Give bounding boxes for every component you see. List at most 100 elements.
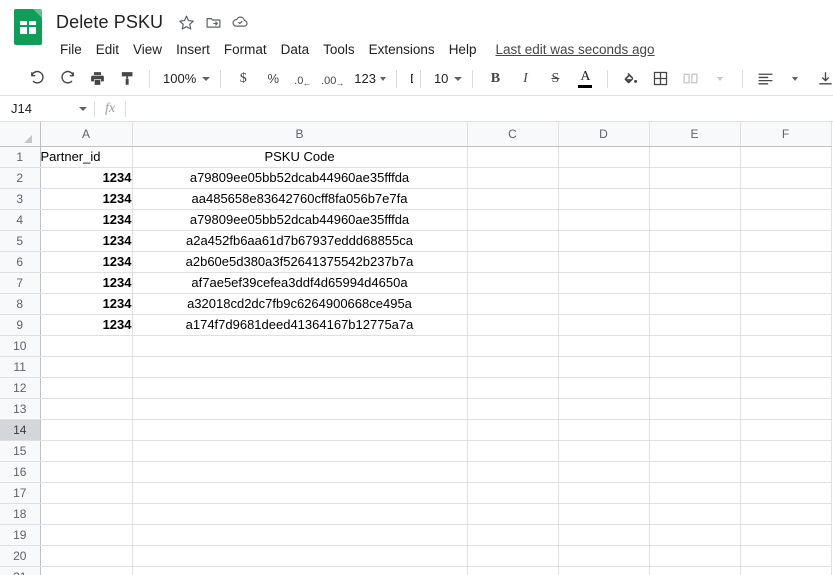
cell-F21[interactable] (740, 566, 832, 575)
cell-E19[interactable] (649, 524, 741, 546)
cell-D9[interactable] (558, 314, 650, 336)
cell-E16[interactable] (649, 461, 741, 483)
cell-D1[interactable] (558, 146, 650, 168)
cell-A21[interactable] (40, 566, 133, 575)
cell-F4[interactable] (740, 209, 832, 231)
chevron-down-icon[interactable] (79, 106, 87, 111)
cell-D12[interactable] (558, 377, 650, 399)
undo-icon[interactable] (24, 66, 50, 92)
cell-A2[interactable]: 1234 (40, 167, 133, 189)
cell-A7[interactable]: 1234 (40, 272, 133, 294)
cell-A6[interactable]: 1234 (40, 251, 133, 273)
cell-F17[interactable] (740, 482, 832, 504)
cell-C8[interactable] (467, 293, 559, 315)
cell-D20[interactable] (558, 545, 650, 567)
menu-file[interactable]: File (53, 40, 89, 59)
row-header-3[interactable]: 3 (0, 188, 41, 210)
cell-C4[interactable] (467, 209, 559, 231)
cell-F2[interactable] (740, 167, 832, 189)
row-header-16[interactable]: 16 (0, 461, 41, 483)
cell-A9[interactable]: 1234 (40, 314, 133, 336)
redo-icon[interactable] (54, 66, 80, 92)
cell-A19[interactable] (40, 524, 133, 546)
cell-B9[interactable]: a174f7d9681deed41364167b12775a7a (132, 314, 468, 336)
cell-B12[interactable] (132, 377, 468, 399)
row-header-10[interactable]: 10 (0, 335, 41, 357)
cell-A4[interactable]: 1234 (40, 209, 133, 231)
cell-D13[interactable] (558, 398, 650, 420)
move-to-folder-icon[interactable] (203, 12, 223, 32)
vertical-align-button[interactable] (812, 66, 833, 92)
cell-C7[interactable] (467, 272, 559, 294)
strikethrough-button[interactable]: S (542, 66, 568, 92)
currency-format-button[interactable]: $ (230, 66, 256, 92)
column-header-a[interactable]: A (40, 122, 133, 147)
menu-insert[interactable]: Insert (169, 40, 217, 59)
row-header-6[interactable]: 6 (0, 251, 41, 273)
cell-F14[interactable] (740, 419, 832, 441)
cell-E15[interactable] (649, 440, 741, 462)
formula-input[interactable] (126, 96, 833, 121)
more-formats-select[interactable]: 123 (348, 66, 389, 92)
merge-cells-button[interactable] (677, 66, 703, 92)
function-icon[interactable]: fx (95, 101, 125, 117)
cell-E4[interactable] (649, 209, 741, 231)
cell-B20[interactable] (132, 545, 468, 567)
cell-C16[interactable] (467, 461, 559, 483)
cell-D4[interactable] (558, 209, 650, 231)
row-header-2[interactable]: 2 (0, 167, 41, 189)
cell-A12[interactable] (40, 377, 133, 399)
zoom-level-select[interactable]: 100% (157, 66, 213, 92)
cell-E13[interactable] (649, 398, 741, 420)
cell-F1[interactable] (740, 146, 832, 168)
row-header-7[interactable]: 7 (0, 272, 41, 294)
cell-F5[interactable] (740, 230, 832, 252)
cell-F3[interactable] (740, 188, 832, 210)
cell-E17[interactable] (649, 482, 741, 504)
cell-C19[interactable] (467, 524, 559, 546)
cell-A8[interactable]: 1234 (40, 293, 133, 315)
cell-E8[interactable] (649, 293, 741, 315)
fill-color-button[interactable] (617, 66, 643, 92)
cell-E9[interactable] (649, 314, 741, 336)
cell-F13[interactable] (740, 398, 832, 420)
cell-E20[interactable] (649, 545, 741, 567)
menu-help[interactable]: Help (442, 40, 484, 59)
cell-B2[interactable]: a79809ee05bb52dcab44960ae35fffda (132, 167, 468, 189)
cell-D8[interactable] (558, 293, 650, 315)
cell-D21[interactable] (558, 566, 650, 575)
cell-D18[interactable] (558, 503, 650, 525)
print-icon[interactable] (84, 66, 110, 92)
cell-B15[interactable] (132, 440, 468, 462)
cell-D6[interactable] (558, 251, 650, 273)
cell-C6[interactable] (467, 251, 559, 273)
cell-B19[interactable] (132, 524, 468, 546)
cell-C10[interactable] (467, 335, 559, 357)
cell-C20[interactable] (467, 545, 559, 567)
borders-button[interactable] (647, 66, 673, 92)
row-header-1[interactable]: 1 (0, 146, 41, 168)
cell-A3[interactable]: 1234 (40, 188, 133, 210)
cell-F8[interactable] (740, 293, 832, 315)
row-header-14[interactable]: 14 (0, 419, 41, 441)
cell-E14[interactable] (649, 419, 741, 441)
cell-E6[interactable] (649, 251, 741, 273)
cell-A16[interactable] (40, 461, 133, 483)
select-all-corner[interactable] (0, 122, 41, 147)
spreadsheet-grid[interactable]: A B C D E F 1 Partner_id PSKU Code 2 1234 a79… (0, 122, 833, 575)
decrease-decimal-button[interactable]: .0 ← (290, 66, 316, 92)
cell-E18[interactable] (649, 503, 741, 525)
cell-B17[interactable] (132, 482, 468, 504)
cell-D17[interactable] (558, 482, 650, 504)
cell-B1[interactable]: PSKU Code (132, 146, 468, 168)
cell-B14[interactable] (132, 419, 468, 441)
cell-C17[interactable] (467, 482, 559, 504)
cell-C14[interactable] (467, 419, 559, 441)
menu-format[interactable]: Format (217, 40, 274, 59)
cell-E5[interactable] (649, 230, 741, 252)
cell-E21[interactable] (649, 566, 741, 575)
row-header-18[interactable]: 18 (0, 503, 41, 525)
row-header-19[interactable]: 19 (0, 524, 41, 546)
cell-B4[interactable]: a79809ee05bb52dcab44960ae35fffda (132, 209, 468, 231)
last-edit-status[interactable]: Last edit was seconds ago (495, 42, 654, 57)
